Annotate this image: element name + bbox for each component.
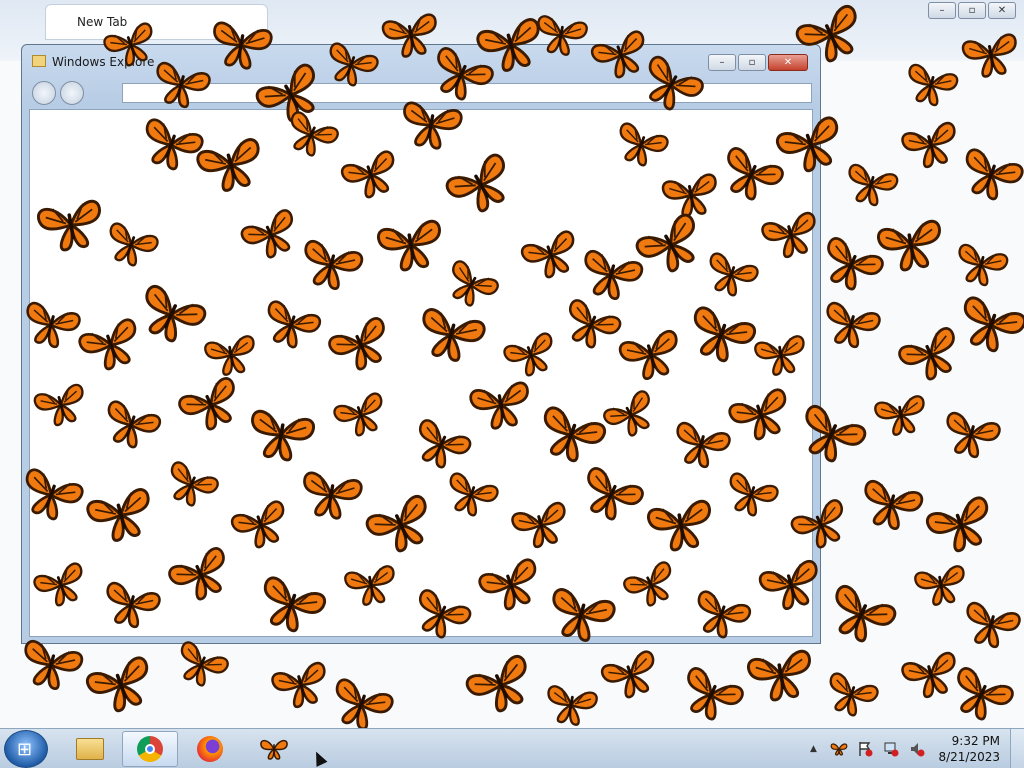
clock-date: 8/21/2023 — [938, 750, 1000, 764]
taskbar: ⊞ ▲ 9:32 PM 8/21/2023 — [0, 728, 1024, 768]
explorer-close-button[interactable]: ✕ — [768, 54, 808, 71]
address-bar[interactable] — [122, 83, 812, 103]
system-tray: ▲ 9:32 PM 8/21/2023 — [800, 729, 1024, 768]
forward-button[interactable] — [60, 81, 84, 105]
clock[interactable]: 9:32 PM 8/21/2023 — [930, 733, 1010, 765]
network-icon[interactable] — [882, 740, 900, 758]
explorer-title: Windows Explore — [52, 55, 155, 69]
explorer-window: Windows Explore – ▫ ✕ — [21, 44, 821, 644]
explorer-window-controls: – ▫ ✕ — [708, 54, 808, 71]
action-center-icon[interactable] — [856, 740, 874, 758]
windows-logo-icon: ⊞ — [17, 739, 33, 760]
browser-maximize-button[interactable]: ▫ — [958, 2, 986, 19]
back-button[interactable] — [32, 81, 56, 105]
browser-minimize-button[interactable]: – — [928, 2, 956, 19]
firefox-icon — [197, 736, 223, 762]
butterfly-icon[interactable] — [830, 740, 848, 758]
show-hidden-icons-button[interactable]: ▲ — [804, 740, 822, 758]
start-button[interactable]: ⊞ — [4, 730, 48, 768]
taskbar-item-chrome[interactable] — [122, 731, 178, 767]
taskbar-item-windows-explorer[interactable] — [62, 731, 118, 767]
browser-close-button[interactable]: ✕ — [988, 2, 1016, 19]
explorer-minimize-button[interactable]: – — [708, 54, 736, 71]
folder-icon — [32, 55, 46, 67]
tab-label: New Tab — [77, 15, 128, 29]
taskbar-item-firefox[interactable] — [182, 731, 238, 767]
tab-new-tab[interactable]: New Tab — [45, 4, 268, 40]
folder-icon — [76, 738, 104, 760]
chrome-icon — [137, 736, 163, 762]
explorer-content-pane[interactable] — [29, 109, 813, 637]
show-desktop-button[interactable] — [1010, 729, 1024, 768]
explorer-maximize-button[interactable]: ▫ — [738, 54, 766, 71]
browser-window-controls: – ▫ ✕ — [928, 2, 1016, 19]
volume-icon[interactable] — [908, 740, 926, 758]
taskbar-item-butterfly[interactable] — [246, 731, 302, 767]
butterfly-icon — [260, 739, 288, 760]
clock-time: 9:32 PM — [951, 734, 1000, 748]
